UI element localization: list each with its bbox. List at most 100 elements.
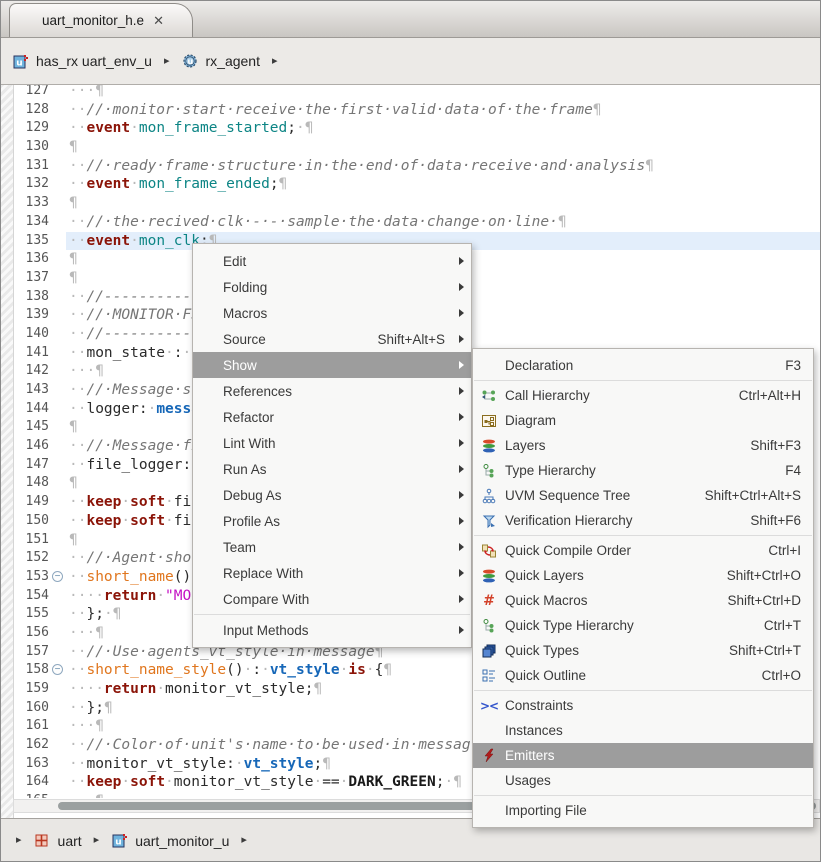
menu-item-edit[interactable]: Edit [193, 248, 471, 274]
line-number: 142 [13, 362, 51, 381]
fold-collapse-icon[interactable]: − [52, 664, 63, 675]
menu-item-input-methods[interactable]: Input Methods [193, 617, 471, 643]
line-number: 132 [13, 175, 51, 194]
menu-item-lint-with[interactable]: Lint With [193, 430, 471, 456]
menu-item-usages[interactable]: Usages [473, 768, 813, 793]
line-number: 127 [13, 85, 51, 101]
menu-item-quick-macros[interactable]: #Quick MacrosShift+Ctrl+D [473, 588, 813, 613]
menu-item-run-as[interactable]: Run As [193, 456, 471, 482]
line-number: 140 [13, 325, 51, 344]
menu-item-declaration[interactable]: DeclarationF3 [473, 353, 813, 378]
chevron-right-icon[interactable]: ▸ [164, 56, 170, 67]
code-text[interactable]: ¶ [66, 138, 821, 157]
submenu-arrow-icon [459, 595, 464, 603]
line-number: 131 [13, 157, 51, 176]
code-text[interactable]: ··//·monitor·start·receive·the·first·val… [66, 101, 821, 120]
menu-item-importing-file[interactable]: Importing File [473, 798, 813, 823]
tab-uart-monitor[interactable]: uart_monitor_h.e ✕ [9, 3, 193, 37]
line-number: 162 [13, 736, 51, 755]
uvm-sequence-tree-icon [473, 488, 505, 504]
breadcrumb-item-uart[interactable]: uart [34, 833, 82, 849]
menu-item-label: Constraints [505, 698, 813, 713]
menu-item-label: Call Hierarchy [505, 388, 739, 403]
chevron-right-icon[interactable]: ▸ [241, 835, 247, 846]
menu-item-label: Verification Hierarchy [505, 513, 750, 528]
menu-item-quick-type-hierarchy[interactable]: Quick Type HierarchyCtrl+T [473, 613, 813, 638]
menu-item-debug-as[interactable]: Debug As [193, 482, 471, 508]
code-text[interactable]: ¶ [66, 194, 821, 213]
submenu-arrow-icon [459, 517, 464, 525]
fold-column [51, 755, 66, 774]
menu-item-call-hierarchy[interactable]: Call HierarchyCtrl+Alt+H [473, 383, 813, 408]
menu-item-diagram[interactable]: Diagram [473, 408, 813, 433]
menu-item-quick-types[interactable]: Quick TypesShift+Ctrl+T [473, 638, 813, 663]
line-number: 136 [13, 250, 51, 269]
menu-item-label: Usages [505, 773, 813, 788]
submenu-arrow-icon [459, 387, 464, 395]
chevron-right-icon[interactable]: ▸ [272, 56, 278, 67]
code-text[interactable]: ··//·the·recived·clk·-·-·sample·the·data… [66, 213, 821, 232]
menu-item-label: Quick Outline [505, 668, 762, 683]
line-number: 137 [13, 269, 51, 288]
code-text[interactable]: ··event·mon_frame_ended;¶ [66, 175, 821, 194]
fold-column [51, 792, 66, 798]
menu-item-label: Quick Compile Order [505, 543, 768, 558]
submenu-arrow-icon [459, 439, 464, 447]
fold-column [51, 736, 66, 755]
fold-collapse-icon[interactable]: − [52, 571, 63, 582]
menu-item-team[interactable]: Team [193, 534, 471, 560]
menu-item-folding[interactable]: Folding [193, 274, 471, 300]
fold-column [51, 119, 66, 138]
menu-item-shortcut: Shift+F3 [750, 438, 801, 453]
fold-column [51, 138, 66, 157]
code-text[interactable]: ···¶ [66, 85, 821, 101]
menu-item-label: Profile As [223, 514, 459, 529]
menu-item-instances[interactable]: Instances [473, 718, 813, 743]
submenu-arrow-icon [459, 283, 464, 291]
menu-item-references[interactable]: References [193, 378, 471, 404]
type-hierarchy-icon [473, 618, 505, 634]
line-number: 154 [13, 587, 51, 606]
menu-item-quick-compile-order[interactable]: Quick Compile OrderCtrl+I [473, 538, 813, 563]
menu-item-quick-outline[interactable]: Quick OutlineCtrl+O [473, 663, 813, 688]
menu-item-constraints[interactable]: ><Constraints [473, 693, 813, 718]
chevron-right-icon[interactable]: ▸ [94, 835, 100, 846]
menu-item-profile-as[interactable]: Profile As [193, 508, 471, 534]
unit-icon: u [12, 53, 28, 69]
breadcrumb-label: has_rx uart_env_u [36, 53, 152, 69]
menu-separator [474, 380, 812, 381]
constraints-icon: >< [473, 699, 505, 713]
fold-column [51, 474, 66, 493]
diagram-icon [473, 413, 505, 429]
breadcrumb-label: uart [58, 833, 82, 849]
submenu-arrow-icon [459, 543, 464, 551]
menu-item-show[interactable]: Show [193, 352, 471, 378]
breadcrumb-item-uart-monitor-u[interactable]: uuart_monitor_u [111, 833, 229, 849]
close-icon[interactable]: ✕ [153, 13, 164, 29]
menu-item-uvm-sequence-tree[interactable]: UVM Sequence TreeShift+Ctrl+Alt+S [473, 483, 813, 508]
menu-item-layers[interactable]: LayersShift+F3 [473, 433, 813, 458]
submenu-arrow-icon [459, 257, 464, 265]
menu-item-shortcut: Ctrl+Alt+H [739, 388, 801, 403]
menu-item-shortcut: Ctrl+T [764, 618, 801, 633]
menu-item-type-hierarchy[interactable]: Type HierarchyF4 [473, 458, 813, 483]
menu-item-replace-with[interactable]: Replace With [193, 560, 471, 586]
fold-column [51, 493, 66, 512]
breadcrumb-item-has-rx-uart-env-u[interactable]: u has_rx uart_env_u [12, 53, 152, 69]
breadcrumb-expand-arrow-icon[interactable]: ▸ [16, 835, 22, 846]
menu-item-source[interactable]: SourceShift+Alt+S [193, 326, 471, 352]
menu-item-compare-with[interactable]: Compare With [193, 586, 471, 612]
menu-item-label: Quick Macros [505, 593, 727, 608]
fold-column [51, 624, 66, 643]
line-number: 141 [13, 344, 51, 363]
menu-item-refactor[interactable]: Refactor [193, 404, 471, 430]
menu-item-quick-layers[interactable]: Quick LayersShift+Ctrl+O [473, 563, 813, 588]
code-text[interactable]: ··event·mon_frame_started;·¶ [66, 119, 821, 138]
menu-item-verification-hierarchy[interactable]: Verification HierarchyShift+F6 [473, 508, 813, 533]
code-text[interactable]: ··//·ready·frame·structure·in·the·end·of… [66, 157, 821, 176]
breadcrumb-item-rx-agent[interactable]: urx_agent [182, 53, 260, 69]
menu-separator [194, 614, 470, 615]
menu-item-emitters[interactable]: Emitters [473, 743, 813, 768]
menu-item-macros[interactable]: Macros [193, 300, 471, 326]
line-number: 139 [13, 306, 51, 325]
